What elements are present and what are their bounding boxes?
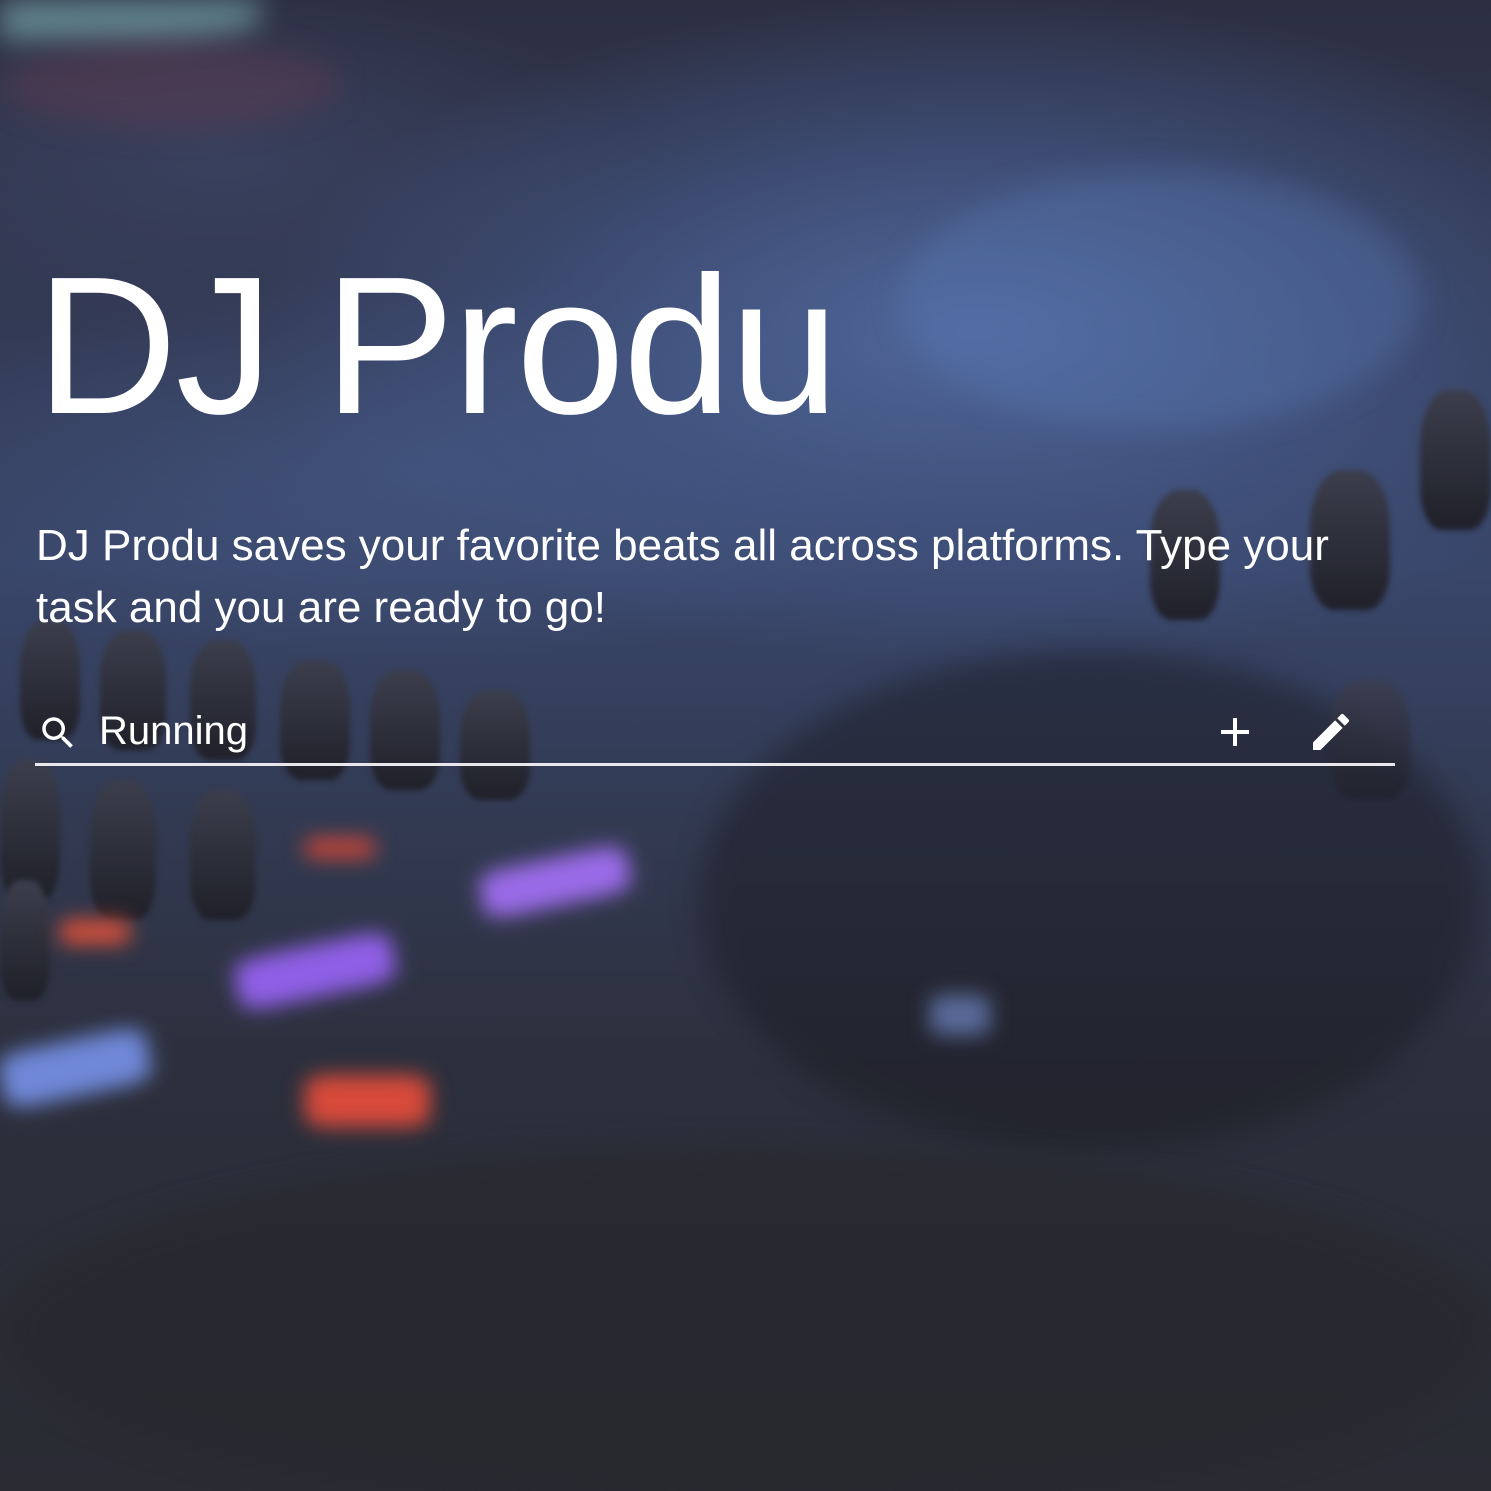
search-bar — [35, 700, 1395, 766]
pencil-icon — [1307, 713, 1355, 759]
search-icon — [37, 712, 79, 754]
plus-icon — [1211, 718, 1259, 759]
edit-button[interactable] — [1307, 708, 1355, 756]
add-button[interactable] — [1211, 708, 1259, 756]
page-title: DJ Produ — [36, 236, 839, 455]
app-description: DJ Produ saves your favorite beats all a… — [36, 521, 1329, 632]
search-input[interactable] — [99, 704, 1149, 758]
